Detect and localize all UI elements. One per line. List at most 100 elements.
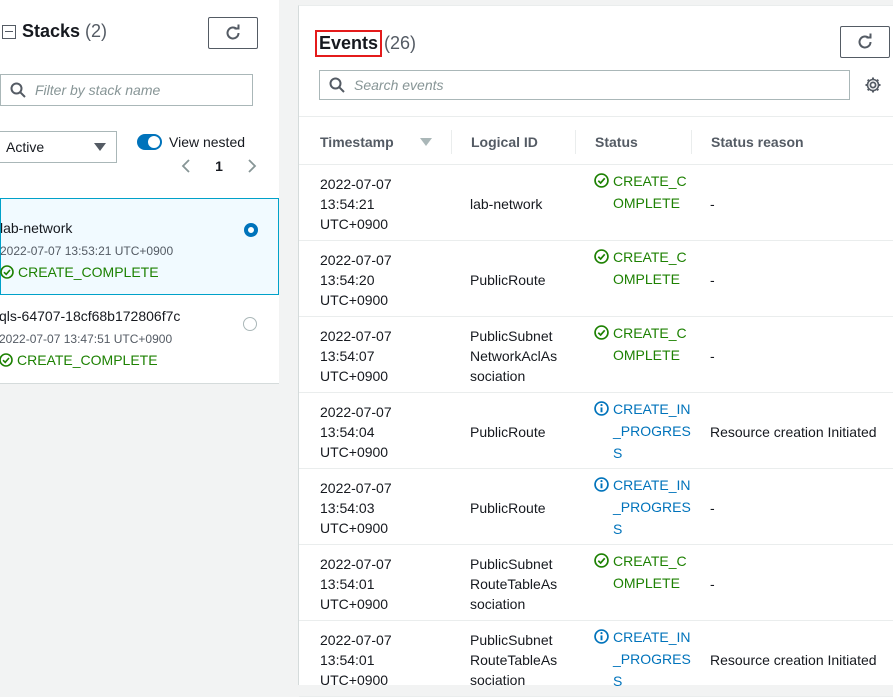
success-icon — [594, 173, 609, 214]
column-divider[interactable] — [451, 130, 452, 154]
column-divider[interactable] — [575, 130, 576, 154]
info-icon — [594, 629, 609, 692]
timestamp-cell: 2022-07-07 13:54:21 UTC+0900 — [320, 174, 420, 234]
timestamp-date: 2022-07-07 — [320, 480, 392, 496]
stack-created-date: 2022-07-07 13:53:21 UTC+0900 — [0, 244, 174, 258]
stack-created-date: 2022-07-07 13:47:51 UTC+0900 — [0, 332, 173, 346]
stack-status-text: CREATE_COMPLETE — [18, 264, 159, 280]
timestamp-cell: 2022-07-07 13:54:01 UTC+0900 — [320, 554, 420, 614]
stack-status: CREATE_COMPLETE — [0, 352, 158, 368]
success-icon — [594, 325, 609, 366]
table-row: 2022-07-07 13:54:01 UTC+0900 PublicSubne… — [299, 545, 893, 621]
logical-id-cell: PublicRoute — [470, 424, 546, 440]
stack-item-qls[interactable]: qls-64707-18cf68b172806f7c 2022-07-07 13… — [0, 295, 279, 384]
status-reason-cell: - — [710, 272, 715, 288]
stack-radio-selected[interactable] — [244, 223, 258, 237]
success-icon — [594, 553, 609, 594]
timestamp-zone: UTC+0900 — [320, 292, 389, 308]
timestamp-date: 2022-07-07 — [320, 328, 392, 344]
refresh-icon — [224, 24, 242, 42]
timestamp-zone: UTC+0900 — [320, 596, 389, 612]
timestamp-date: 2022-07-07 — [320, 252, 392, 268]
timestamp-date: 2022-07-07 — [320, 404, 392, 420]
stacks-pagination: 1 — [180, 158, 258, 174]
table-row: 2022-07-07 13:54:21 UTC+0900 lab-network… — [299, 165, 893, 241]
events-heading: Events (26) — [315, 30, 417, 57]
stacks-refresh-button[interactable] — [208, 17, 258, 49]
stack-name[interactable]: qls-64707-18cf68b172806f7c — [0, 308, 180, 324]
collapse-icon[interactable] — [2, 24, 16, 39]
stack-filter-input[interactable] — [35, 82, 225, 98]
view-nested-label: View nested — [169, 134, 246, 150]
status-cell: CREATE_IN_PROGRESS — [594, 626, 693, 692]
view-nested-toggle[interactable] — [137, 134, 162, 150]
stack-radio[interactable] — [243, 317, 257, 331]
status-reason-cell: - — [710, 500, 715, 516]
table-row: 2022-07-07 13:54:04 UTC+0900 PublicRoute… — [299, 393, 893, 469]
status-text: CREATE_IN_PROGRESS — [613, 401, 691, 461]
timestamp-date: 2022-07-07 — [320, 176, 392, 192]
status-cell: CREATE_IN_PROGRESS — [594, 398, 693, 464]
sort-descending-icon[interactable] — [420, 138, 432, 146]
status-cell: CREATE_COMPLETE — [594, 170, 693, 214]
timestamp-cell: 2022-07-07 13:54:01 UTC+0900 — [320, 630, 420, 690]
events-count: (26) — [384, 33, 417, 53]
status-reason-cell: - — [710, 348, 715, 364]
chevron-left-icon[interactable] — [180, 158, 192, 174]
timestamp-cell: 2022-07-07 13:54:04 UTC+0900 — [320, 402, 420, 462]
timestamp-time: 13:54:01 — [320, 576, 375, 592]
search-icon — [329, 77, 345, 93]
stack-list: lab-network 2022-07-07 13:53:21 UTC+0900… — [0, 198, 279, 384]
timestamp-date: 2022-07-07 — [320, 632, 392, 648]
status-text: CREATE_IN_PROGRESS — [613, 629, 691, 689]
column-divider[interactable] — [691, 130, 692, 154]
stacks-title: Stacks — [22, 21, 81, 41]
page-number[interactable]: 1 — [215, 158, 223, 174]
status-text: CREATE_COMPLETE — [613, 553, 687, 591]
status-reason-cell: Resource creation Initiated — [710, 424, 877, 440]
column-header-status[interactable]: Status — [595, 117, 638, 166]
caret-down-icon — [94, 143, 106, 151]
status-text: CREATE_IN_PROGRESS — [613, 477, 691, 537]
info-icon — [594, 401, 609, 464]
timestamp-time: 13:54:07 — [320, 348, 375, 364]
events-refresh-button[interactable] — [840, 26, 890, 58]
stack-filter-input-wrapper[interactable] — [0, 74, 253, 106]
gear-icon[interactable] — [864, 76, 882, 94]
events-search-wrapper[interactable] — [319, 70, 850, 100]
status-filter-value: Active — [6, 139, 45, 155]
status-cell: CREATE_COMPLETE — [594, 322, 693, 366]
timestamp-time: 13:54:03 — [320, 500, 375, 516]
column-header-logical-id[interactable]: Logical ID — [471, 117, 538, 166]
timestamp-zone: UTC+0900 — [320, 368, 389, 384]
status-reason-cell: - — [710, 576, 715, 592]
status-filter-select[interactable]: Active — [0, 131, 117, 163]
logical-id-cell: lab-network — [470, 196, 543, 212]
timestamp-zone: UTC+0900 — [320, 444, 389, 460]
timestamp-date: 2022-07-07 — [320, 556, 392, 572]
timestamp-cell: 2022-07-07 13:54:20 UTC+0900 — [320, 250, 420, 310]
success-icon — [0, 353, 13, 367]
stacks-header: Stacks (2) Active View nested 1 — [0, 0, 279, 198]
status-cell: CREATE_COMPLETE — [594, 550, 693, 594]
logical-id-cell: PublicRoute — [470, 272, 546, 288]
column-header-timestamp[interactable]: Timestamp — [320, 117, 394, 166]
logical-id-cell: PublicSubnetRouteTableAssociation — [470, 556, 558, 612]
table-row: 2022-07-07 13:54:20 UTC+0900 PublicRoute… — [299, 241, 893, 317]
events-search-input[interactable] — [354, 77, 544, 93]
stack-item-lab-network[interactable]: lab-network 2022-07-07 13:53:21 UTC+0900… — [0, 198, 279, 295]
chevron-right-icon[interactable] — [246, 158, 258, 174]
stack-name[interactable]: lab-network — [0, 220, 72, 236]
logical-id-cell: PublicSubnetRouteTableAssociation — [470, 632, 558, 688]
refresh-icon — [856, 33, 874, 51]
table-row: 2022-07-07 13:54:01 UTC+0900 PublicSubne… — [299, 621, 893, 697]
timestamp-zone: UTC+0900 — [320, 216, 389, 232]
timestamp-zone: UTC+0900 — [320, 672, 389, 688]
column-header-status-reason[interactable]: Status reason — [711, 117, 804, 166]
timestamp-time: 13:54:21 — [320, 196, 375, 212]
timestamp-cell: 2022-07-07 13:54:03 UTC+0900 — [320, 478, 420, 538]
timestamp-time: 13:54:01 — [320, 652, 375, 668]
info-icon — [594, 477, 609, 540]
logical-id-cell: PublicSubnetNetworkAclAssociation — [470, 328, 558, 384]
status-text: CREATE_COMPLETE — [613, 325, 687, 363]
